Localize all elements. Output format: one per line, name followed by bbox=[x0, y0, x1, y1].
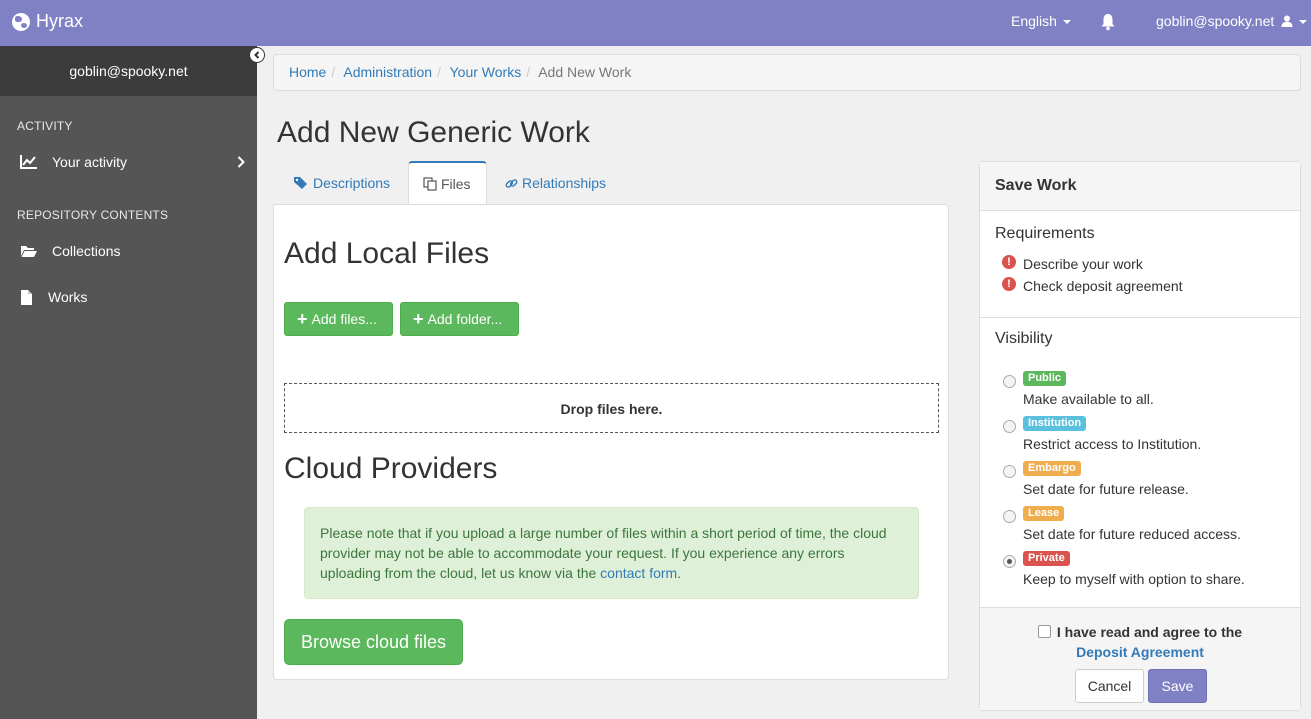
visibility-description: Set date for future release. bbox=[1023, 481, 1189, 497]
top-navbar: Hyrax English goblin@spooky.net bbox=[0, 0, 1311, 46]
sidebar-item-label: Works bbox=[48, 289, 88, 305]
visibility-radio[interactable] bbox=[1003, 510, 1016, 523]
cancel-button[interactable]: Cancel bbox=[1075, 669, 1144, 703]
add-folder-button[interactable]: + Add folder... bbox=[400, 302, 519, 336]
plus-icon: + bbox=[413, 309, 424, 329]
visibility-badge: Embargo bbox=[1023, 461, 1081, 476]
line-chart-icon bbox=[20, 155, 37, 169]
deposit-agreement-link[interactable]: Deposit Agreement bbox=[1076, 644, 1204, 660]
file-dropzone[interactable]: Drop files here. bbox=[284, 383, 939, 433]
agreement-text: I have read and agree to the bbox=[1056, 624, 1243, 640]
plus-icon: + bbox=[297, 309, 308, 329]
breadcrumb-current: Add New Work bbox=[538, 64, 632, 80]
sidebar-item-your-activity[interactable]: Your activity bbox=[20, 154, 245, 170]
caret-down-icon bbox=[1062, 20, 1071, 25]
files-panel: Add Local Files + Add files... + Add fol… bbox=[273, 204, 949, 680]
tab-label: Relationships bbox=[522, 175, 607, 191]
copy-icon bbox=[423, 177, 437, 191]
requirement-item: ! Check deposit agreement bbox=[1002, 276, 1183, 294]
breadcrumb-home[interactable]: Home bbox=[289, 64, 326, 80]
bell-icon[interactable] bbox=[1100, 13, 1116, 31]
tab-descriptions[interactable]: Descriptions bbox=[280, 161, 404, 205]
exclamation-circle-icon: ! bbox=[1002, 254, 1016, 269]
save-button[interactable]: Save bbox=[1148, 669, 1207, 703]
save-work-panel: Save Work Requirements ! Describe your w… bbox=[979, 161, 1301, 711]
app-name: Hyrax bbox=[36, 11, 84, 31]
visibility-radio[interactable] bbox=[1003, 555, 1016, 568]
visibility-radio[interactable] bbox=[1003, 465, 1016, 478]
cloud-notice: Please note that if you upload a large n… bbox=[304, 507, 919, 599]
tab-files[interactable]: Files bbox=[408, 161, 487, 205]
sidebar-item-works[interactable]: Works bbox=[20, 289, 87, 305]
visibility-radio[interactable] bbox=[1003, 375, 1016, 388]
chevron-left-icon bbox=[254, 51, 260, 59]
user-menu[interactable]: goblin@spooky.net bbox=[1156, 13, 1308, 29]
tab-relationships[interactable]: Relationships bbox=[491, 161, 620, 205]
chevron-right-icon bbox=[237, 156, 245, 168]
link-icon bbox=[505, 178, 518, 188]
visibility-badge: Lease bbox=[1023, 506, 1065, 521]
requirements-heading: Requirements bbox=[995, 225, 1095, 242]
deposit-agreement-link-row: Deposit Agreement bbox=[980, 644, 1300, 660]
sidebar-section-activity: ACTIVITY bbox=[17, 119, 73, 133]
add-files-button[interactable]: + Add files... bbox=[284, 302, 393, 336]
language-dropdown[interactable]: English bbox=[1011, 13, 1071, 29]
breadcrumb-administration[interactable]: Administration bbox=[343, 64, 432, 80]
sidebar-profile: goblin@spooky.net bbox=[0, 46, 257, 96]
caret-down-icon bbox=[1299, 20, 1308, 25]
deposit-agreement-checkbox-label[interactable]: I have read and agree to the bbox=[980, 624, 1300, 640]
file-icon bbox=[21, 289, 32, 305]
divider bbox=[980, 317, 1300, 318]
contact-form-link[interactable]: contact form bbox=[600, 565, 677, 581]
language-label: English bbox=[1011, 13, 1057, 29]
user-email: goblin@spooky.net bbox=[1156, 13, 1275, 29]
sidebar-collapse-button[interactable] bbox=[249, 47, 265, 63]
visibility-heading: Visibility bbox=[995, 330, 1053, 347]
add-files-label: Add files... bbox=[311, 311, 377, 327]
visibility-radio[interactable] bbox=[1003, 420, 1016, 433]
visibility-badge: Public bbox=[1023, 371, 1067, 386]
requirement-label: Check deposit agreement bbox=[1023, 278, 1183, 294]
sidebar: goblin@spooky.net ACTIVITY Your activity… bbox=[0, 46, 257, 719]
cloud-providers-heading: Cloud Providers bbox=[284, 452, 498, 485]
brand-link[interactable]: Hyrax bbox=[12, 11, 83, 32]
visibility-description: Keep to myself with option to share. bbox=[1023, 571, 1245, 587]
page-title: Add New Generic Work bbox=[277, 116, 590, 149]
breadcrumb-your-works[interactable]: Your Works bbox=[450, 64, 522, 80]
tab-label: Files bbox=[441, 176, 471, 192]
globe-icon bbox=[12, 12, 30, 31]
browse-cloud-files-button[interactable]: Browse cloud files bbox=[284, 619, 463, 665]
user-icon bbox=[1281, 15, 1293, 27]
tags-icon bbox=[294, 176, 307, 189]
local-files-heading: Add Local Files bbox=[284, 237, 490, 270]
save-panel-footer: I have read and agree to the Deposit Agr… bbox=[980, 607, 1300, 710]
add-folder-label: Add folder... bbox=[427, 311, 503, 327]
visibility-badge: Institution bbox=[1023, 416, 1087, 431]
agreement-checkbox[interactable] bbox=[1037, 625, 1051, 638]
visibility-description: Set date for future reduced access. bbox=[1023, 526, 1241, 542]
requirement-item: ! Describe your work bbox=[1002, 254, 1143, 272]
sidebar-section-repository: REPOSITORY CONTENTS bbox=[17, 208, 169, 222]
visibility-description: Restrict access to Institution. bbox=[1023, 436, 1202, 452]
exclamation-circle-icon: ! bbox=[1002, 276, 1016, 291]
sidebar-item-label: Your activity bbox=[52, 154, 127, 170]
cloud-notice-end: . bbox=[677, 565, 682, 581]
sidebar-item-label: Collections bbox=[52, 243, 121, 259]
requirement-label: Describe your work bbox=[1023, 256, 1143, 272]
visibility-description: Make available to all. bbox=[1023, 391, 1154, 407]
visibility-badge: Private bbox=[1023, 551, 1070, 566]
save-work-heading: Save Work bbox=[980, 162, 1300, 211]
breadcrumb: Home / Administration / Your Works / Add Ne… bbox=[273, 54, 1301, 91]
sidebar-item-collections[interactable]: Collections bbox=[20, 243, 120, 259]
tab-label: Descriptions bbox=[313, 175, 391, 191]
folder-open-icon bbox=[21, 246, 37, 257]
